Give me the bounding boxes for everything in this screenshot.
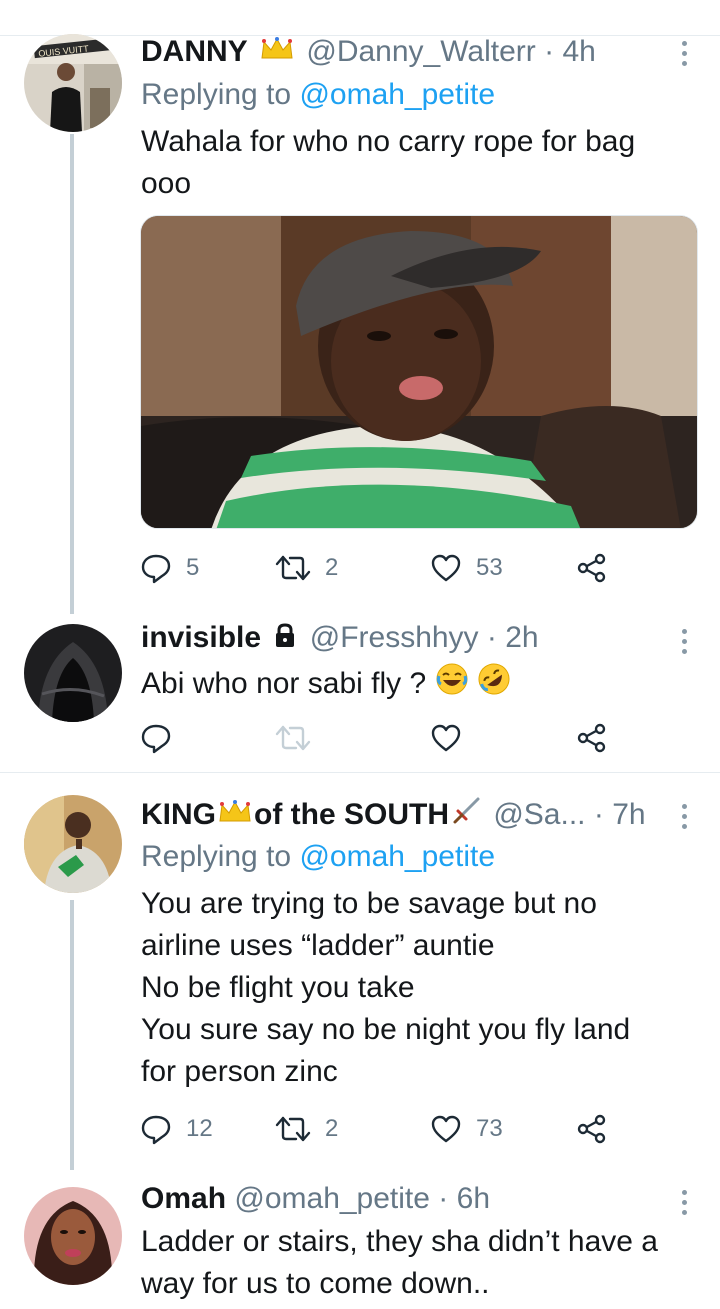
laugh-emoji <box>435 662 469 708</box>
replying-mention[interactable]: @omah_petite <box>299 78 495 111</box>
like-button[interactable]: 53 <box>430 548 503 588</box>
crown-icon <box>260 33 294 72</box>
tweet-danny[interactable]: OUIS VUITT DANNY @Danny_Walterr · 4h Rep… <box>0 0 720 600</box>
tweet-omah[interactable]: Omah @omah_petite · 6h Ladder or stairs,… <box>0 1163 720 1309</box>
tweet-text: Wahala for who no carry rope for bag ooo <box>141 121 680 205</box>
replying-mention[interactable]: @omah_petite <box>299 840 495 873</box>
replying-to: Replying to @omah_petite <box>141 837 495 877</box>
lock-icon <box>273 619 297 658</box>
display-name[interactable]: DANNY <box>141 35 248 68</box>
tweet-text-line: way for us to come down.. <box>141 1267 490 1300</box>
display-name[interactable]: Omah <box>141 1182 226 1215</box>
tweet-meta: Omah @omah_petite · 6h <box>141 1179 670 1219</box>
meta-separator: · <box>593 798 604 831</box>
tweet-actions: 5 2 53 <box>140 548 620 588</box>
replying-label: Replying to <box>141 78 292 111</box>
timestamp[interactable]: 7h <box>612 798 645 831</box>
timestamp[interactable]: 6h <box>457 1182 490 1215</box>
reply-button[interactable] <box>140 718 172 758</box>
reply-button[interactable]: 5 <box>140 548 199 588</box>
tweet-meta: invisible @Fresshhyy · 2h <box>141 618 670 658</box>
like-icon <box>430 1114 462 1144</box>
tweet-media-image[interactable] <box>140 215 698 529</box>
tweet-text-line: airline uses “ladder” auntie <box>141 929 495 962</box>
display-name[interactable]: KING <box>141 798 216 831</box>
share-button[interactable] <box>576 548 608 588</box>
tweet-actions <box>140 718 620 758</box>
more-icon[interactable] <box>678 38 690 68</box>
share-icon <box>576 1113 608 1145</box>
retweet-count: 2 <box>325 1115 339 1142</box>
meta-separator: · <box>486 621 497 654</box>
tweet-text: You are trying to be savage but no airli… <box>141 883 680 1093</box>
tweet-meta: KING of the SOUTH @Sa... · 7h <box>141 795 670 835</box>
tweet-text-line: You are trying to be savage but no <box>141 887 597 920</box>
crown-icon <box>218 796 252 835</box>
replying-to: Replying to @omah_petite <box>141 75 495 115</box>
reply-icon <box>140 1113 172 1145</box>
display-name[interactable]: invisible <box>141 621 261 654</box>
like-count: 73 <box>476 1115 503 1142</box>
avatar[interactable] <box>24 624 122 722</box>
rofl-emoji <box>477 662 511 708</box>
reply-count: 5 <box>186 554 200 581</box>
more-icon[interactable] <box>678 801 690 831</box>
tweet-invisible[interactable]: invisible @Fresshhyy · 2h Abi who nor sa… <box>0 600 720 772</box>
tweet-actions: 12 2 73 <box>140 1109 620 1149</box>
sword-icon <box>451 796 481 835</box>
like-count: 53 <box>476 554 503 581</box>
share-button[interactable] <box>576 718 608 758</box>
avatar[interactable]: OUIS VUITT <box>24 34 122 132</box>
tweet-text-line: You sure say no be night you fly land <box>141 1013 631 1046</box>
tweet-text-line: No be flight you take <box>141 971 415 1004</box>
tweet-text-line: Wahala for who no carry rope for bag <box>141 125 636 158</box>
tweet-meta: DANNY @Danny_Walterr · 4h <box>141 32 670 72</box>
retweet-icon <box>275 723 311 753</box>
retweet-button[interactable] <box>275 718 311 758</box>
retweet-icon <box>275 1114 311 1144</box>
replying-label: Replying to <box>141 840 292 873</box>
retweet-button[interactable]: 2 <box>275 548 338 588</box>
user-handle[interactable]: @omah_petite <box>234 1182 430 1215</box>
display-name-suffix[interactable]: of the SOUTH <box>254 798 449 831</box>
user-handle[interactable]: @Fresshhyy <box>310 621 479 654</box>
tweet-text-line: for person zinc <box>141 1055 338 1088</box>
reply-count: 12 <box>186 1115 213 1142</box>
more-icon[interactable] <box>678 626 690 656</box>
share-button[interactable] <box>576 1109 608 1149</box>
tweet-text-line: ooo <box>141 167 192 200</box>
like-button[interactable] <box>430 718 462 758</box>
retweet-count: 2 <box>325 554 339 581</box>
like-icon <box>430 553 462 583</box>
meta-separator: · <box>544 35 555 68</box>
tweet-text-line: Abi who nor sabi fly ? <box>141 666 427 700</box>
tweet-king-of-the-south[interactable]: KING of the SOUTH @Sa... · 7h Replying t… <box>0 773 720 1163</box>
timestamp[interactable]: 2h <box>505 621 538 654</box>
reply-icon <box>140 722 172 754</box>
user-handle[interactable]: @Sa... <box>493 798 585 831</box>
user-handle[interactable]: @Danny_Walterr <box>306 35 535 68</box>
timestamp[interactable]: 4h <box>562 35 595 68</box>
tweet-text: Ladder or stairs, they sha didn’t have a… <box>141 1221 680 1305</box>
share-icon <box>576 552 608 584</box>
avatar[interactable] <box>24 1187 122 1285</box>
retweet-icon <box>275 553 311 583</box>
share-icon <box>576 722 608 754</box>
tweet-text-line: Ladder or stairs, they sha didn’t have a <box>141 1225 658 1258</box>
like-button[interactable]: 73 <box>430 1109 503 1149</box>
more-icon[interactable] <box>678 1187 690 1217</box>
reply-button[interactable]: 12 <box>140 1109 213 1149</box>
retweet-button[interactable]: 2 <box>275 1109 338 1149</box>
reply-icon <box>140 552 172 584</box>
like-icon <box>430 723 462 753</box>
meta-separator: · <box>438 1182 449 1215</box>
tweet-text: Abi who nor sabi fly ? <box>141 662 680 708</box>
avatar[interactable] <box>24 795 122 893</box>
